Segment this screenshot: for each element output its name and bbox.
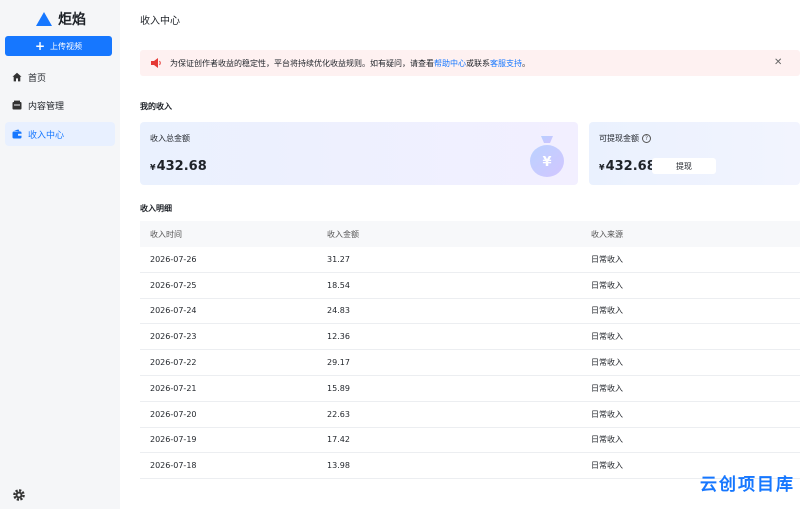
plus-icon: + xyxy=(34,39,46,53)
sidebar: 炬焰 + 上传视频 首页 内容管理 收入中心 xyxy=(0,0,120,509)
sidebar-item-label: 收入中心 xyxy=(28,130,65,141)
total-income-card: 收入总金额 ¥ 432.68 ¥ xyxy=(140,122,578,185)
total-income-label: 收入总金额 xyxy=(150,134,190,143)
total-income-amount: ¥ 432.68 xyxy=(150,159,207,174)
cell-time: 2026-07-21 xyxy=(150,383,197,393)
cell-time: 2026-07-23 xyxy=(150,332,197,342)
cell-time: 2026-07-25 xyxy=(150,280,197,290)
notice-text-mid: 或联系 xyxy=(466,58,490,68)
svg-text:¥: ¥ xyxy=(542,155,551,170)
sidebar-item-content[interactable]: 内容管理 xyxy=(5,93,115,117)
cell-amount: 24.83 xyxy=(327,306,350,316)
column-header-amount: 收入金额 xyxy=(327,229,359,239)
logo-icon xyxy=(36,12,52,26)
speaker-icon xyxy=(150,57,162,69)
notice-banner: 为保证创作者收益的稳定性，平台将持续优化收益规则。如有疑问，请查看 帮助中心 或… xyxy=(140,50,800,76)
home-icon xyxy=(12,72,22,82)
withdrawable-card: 可提现金额 ? ¥ 432.68 提现 xyxy=(589,122,800,185)
cell-source: 日常收入 xyxy=(591,435,623,445)
cell-amount: 31.27 xyxy=(327,254,350,264)
table-row: 2026-07-26 31.27 日常收入 xyxy=(140,247,800,273)
total-income-value: 432.68 xyxy=(156,159,207,174)
column-header-source: 收入来源 xyxy=(591,229,623,239)
table-header: 收入时间 收入金额 收入来源 xyxy=(140,221,800,247)
table-row: 2026-07-24 24.83 日常收入 xyxy=(140,299,800,325)
currency-symbol: ¥ xyxy=(150,163,156,172)
withdraw-button[interactable]: 提现 xyxy=(652,158,716,174)
cell-source: 日常收入 xyxy=(591,306,623,316)
question-icon[interactable]: ? xyxy=(642,134,651,143)
money-bag-icon: ¥ xyxy=(528,134,566,178)
cell-source: 日常收入 xyxy=(591,409,623,419)
table-row: 2026-07-25 18.54 日常收入 xyxy=(140,273,800,299)
cell-time: 2026-07-26 xyxy=(150,254,197,264)
notice-text-end: 。 xyxy=(522,58,530,68)
my-income-title: 我的收入 xyxy=(140,102,172,111)
withdrawable-label-row: 可提现金额 ? xyxy=(599,133,651,144)
cell-time: 2026-07-24 xyxy=(150,306,197,316)
cell-amount: 15.89 xyxy=(327,383,350,393)
cell-amount: 22.63 xyxy=(327,409,350,419)
table-row: 2026-07-19 17.42 日常收入 xyxy=(140,428,800,454)
page-title: 收入中心 xyxy=(140,16,180,27)
table-row: 2026-07-22 29.17 日常收入 xyxy=(140,350,800,376)
app-logo[interactable]: 炬焰 xyxy=(36,9,86,29)
currency-symbol: ¥ xyxy=(599,163,605,172)
cell-source: 日常收入 xyxy=(591,358,623,368)
income-detail-title: 收入明细 xyxy=(140,204,172,213)
upload-video-label: 上传视频 xyxy=(50,41,83,51)
logo-text: 炬焰 xyxy=(58,12,86,28)
withdrawable-value: 432.68 xyxy=(605,159,656,174)
cell-time: 2026-07-18 xyxy=(150,461,197,471)
cell-amount: 13.98 xyxy=(327,461,350,471)
cell-amount: 12.36 xyxy=(327,332,350,342)
notice-text: 为保证创作者收益的稳定性，平台将持续优化收益规则。如有疑问，请查看 xyxy=(170,58,434,68)
withdrawable-label: 可提现金额 xyxy=(599,134,639,143)
withdrawable-amount: ¥ 432.68 xyxy=(599,159,656,174)
cell-source: 日常收入 xyxy=(591,280,623,290)
close-icon[interactable]: ✕ xyxy=(774,57,782,68)
upload-video-button[interactable]: + 上传视频 xyxy=(5,36,112,56)
sidebar-item-home[interactable]: 首页 xyxy=(5,65,115,89)
sidebar-item-label: 内容管理 xyxy=(28,101,65,112)
folder-icon xyxy=(12,100,22,110)
cell-time: 2026-07-20 xyxy=(150,409,197,419)
cell-amount: 29.17 xyxy=(327,358,350,368)
cell-time: 2026-07-19 xyxy=(150,435,197,445)
cell-source: 日常收入 xyxy=(591,383,623,393)
main-content: 收入中心 为保证创作者收益的稳定性，平台将持续优化收益规则。如有疑问，请查看 帮… xyxy=(120,0,800,509)
table-row: 2026-07-23 12.36 日常收入 xyxy=(140,324,800,351)
help-center-link[interactable]: 帮助中心 xyxy=(434,58,466,69)
cell-source: 日常收入 xyxy=(591,332,623,342)
settings-gear-icon[interactable] xyxy=(12,487,26,501)
sidebar-item-income[interactable]: 收入中心 xyxy=(5,122,115,146)
support-link[interactable]: 客服支持 xyxy=(490,58,522,69)
sidebar-item-label: 首页 xyxy=(28,73,47,84)
wallet-icon xyxy=(12,129,22,139)
table-row: 2026-07-20 22.63 日常收入 xyxy=(140,402,800,428)
cell-amount: 18.54 xyxy=(327,280,350,290)
column-header-time: 收入时间 xyxy=(150,229,182,239)
cell-time: 2026-07-22 xyxy=(150,358,197,368)
watermark: 云创项目库 xyxy=(700,475,795,495)
cell-source: 日常收入 xyxy=(591,254,623,264)
cell-amount: 17.42 xyxy=(327,435,350,445)
table-row: 2026-07-21 15.89 日常收入 xyxy=(140,376,800,402)
income-table: 收入时间 收入金额 收入来源 2026-07-26 31.27 日常收入 202… xyxy=(140,221,800,480)
